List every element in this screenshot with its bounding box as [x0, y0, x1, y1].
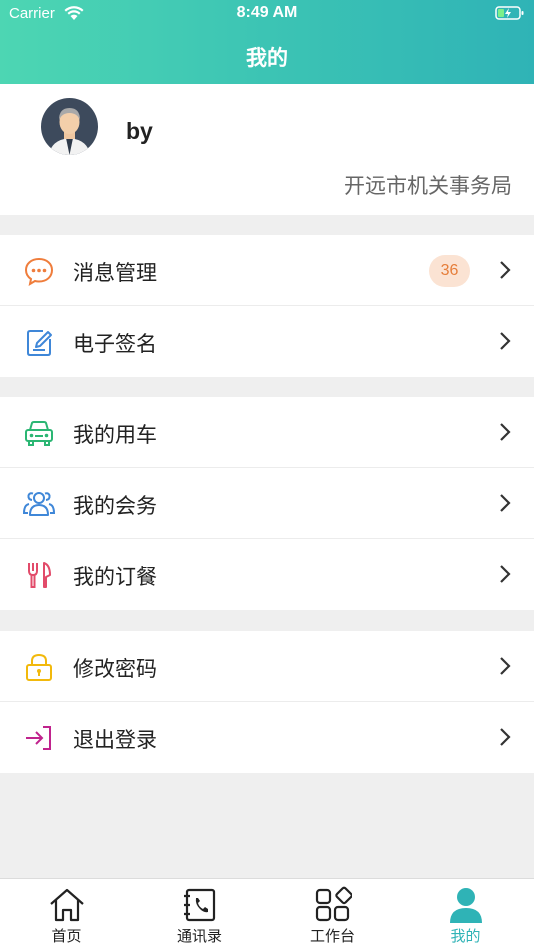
- tab-label-workbench: 工作台: [309, 927, 355, 945]
- menu-item-signature[interactable]: 电子签名: [0, 306, 534, 377]
- menu-group-2: 我的用车 我的会务 我的订餐: [0, 397, 534, 610]
- menu-item-car[interactable]: 我的用车: [0, 397, 534, 468]
- chat-bubble-icon: [24, 257, 54, 287]
- menu-item-messages[interactable]: 消息管理 36: [0, 235, 534, 306]
- people-icon: [23, 492, 55, 516]
- tab-label-home: 首页: [51, 927, 82, 945]
- tab-contacts[interactable]: 通讯录: [133, 879, 266, 950]
- menu-item-logout[interactable]: 退出登录: [0, 702, 534, 773]
- tab-label-me: 我的: [450, 927, 481, 945]
- tab-workbench[interactable]: 工作台: [266, 879, 399, 950]
- edit-signature-icon: [27, 330, 52, 356]
- chevron-right-icon: [500, 565, 511, 583]
- contacts-book-icon: [184, 888, 216, 922]
- menu-label-meal: 我的订餐: [73, 565, 157, 589]
- tab-label-contacts: 通讯录: [176, 927, 222, 945]
- tab-bar: 首页 通讯录 工作台 我的: [0, 878, 534, 950]
- chevron-right-icon: [500, 494, 511, 512]
- user-icon: [450, 888, 482, 923]
- logout-icon: [26, 726, 51, 750]
- chevron-right-icon: [500, 423, 511, 441]
- menu-item-meal[interactable]: 我的订餐: [0, 539, 534, 610]
- menu-label-password: 修改密码: [73, 657, 157, 681]
- user-name: by: [126, 118, 153, 144]
- organization-name: 开远市机关事务局: [344, 174, 512, 198]
- apps-grid-icon: [315, 886, 352, 922]
- menu-label-signature: 电子签名: [73, 332, 157, 356]
- header: Carrier 8:49 AM 我的: [0, 0, 534, 84]
- chevron-right-icon: [500, 332, 511, 350]
- tab-me[interactable]: 我的: [399, 879, 532, 950]
- chevron-right-icon: [500, 261, 511, 279]
- lock-icon: [26, 653, 52, 681]
- menu-group-3: 修改密码 退出登录: [0, 631, 534, 773]
- menu-label-logout: 退出登录: [73, 728, 157, 752]
- home-icon: [50, 888, 84, 922]
- fork-knife-icon: [28, 562, 51, 588]
- clock: 8:49 AM: [236, 4, 298, 21]
- status-bar: Carrier 8:49 AM: [0, 0, 534, 28]
- menu-group-1: 消息管理 36 电子签名: [0, 235, 534, 377]
- profile-card[interactable]: by 开远市机关事务局: [0, 84, 534, 215]
- menu-label-car: 我的用车: [73, 423, 157, 447]
- menu-item-password[interactable]: 修改密码: [0, 631, 534, 702]
- avatar[interactable]: [41, 98, 98, 155]
- menu-item-meeting[interactable]: 我的会务: [0, 468, 534, 539]
- user-avatar-icon: [41, 98, 98, 155]
- tab-home[interactable]: 首页: [0, 879, 133, 950]
- page-title: 我的: [246, 46, 288, 70]
- unread-count-badge: 36: [429, 255, 470, 287]
- chevron-right-icon: [500, 657, 511, 675]
- menu-label-meeting: 我的会务: [73, 494, 157, 518]
- chevron-right-icon: [500, 728, 511, 746]
- car-icon: [25, 421, 53, 446]
- battery-charging-icon: [495, 6, 524, 20]
- menu-label-messages: 消息管理: [73, 261, 157, 285]
